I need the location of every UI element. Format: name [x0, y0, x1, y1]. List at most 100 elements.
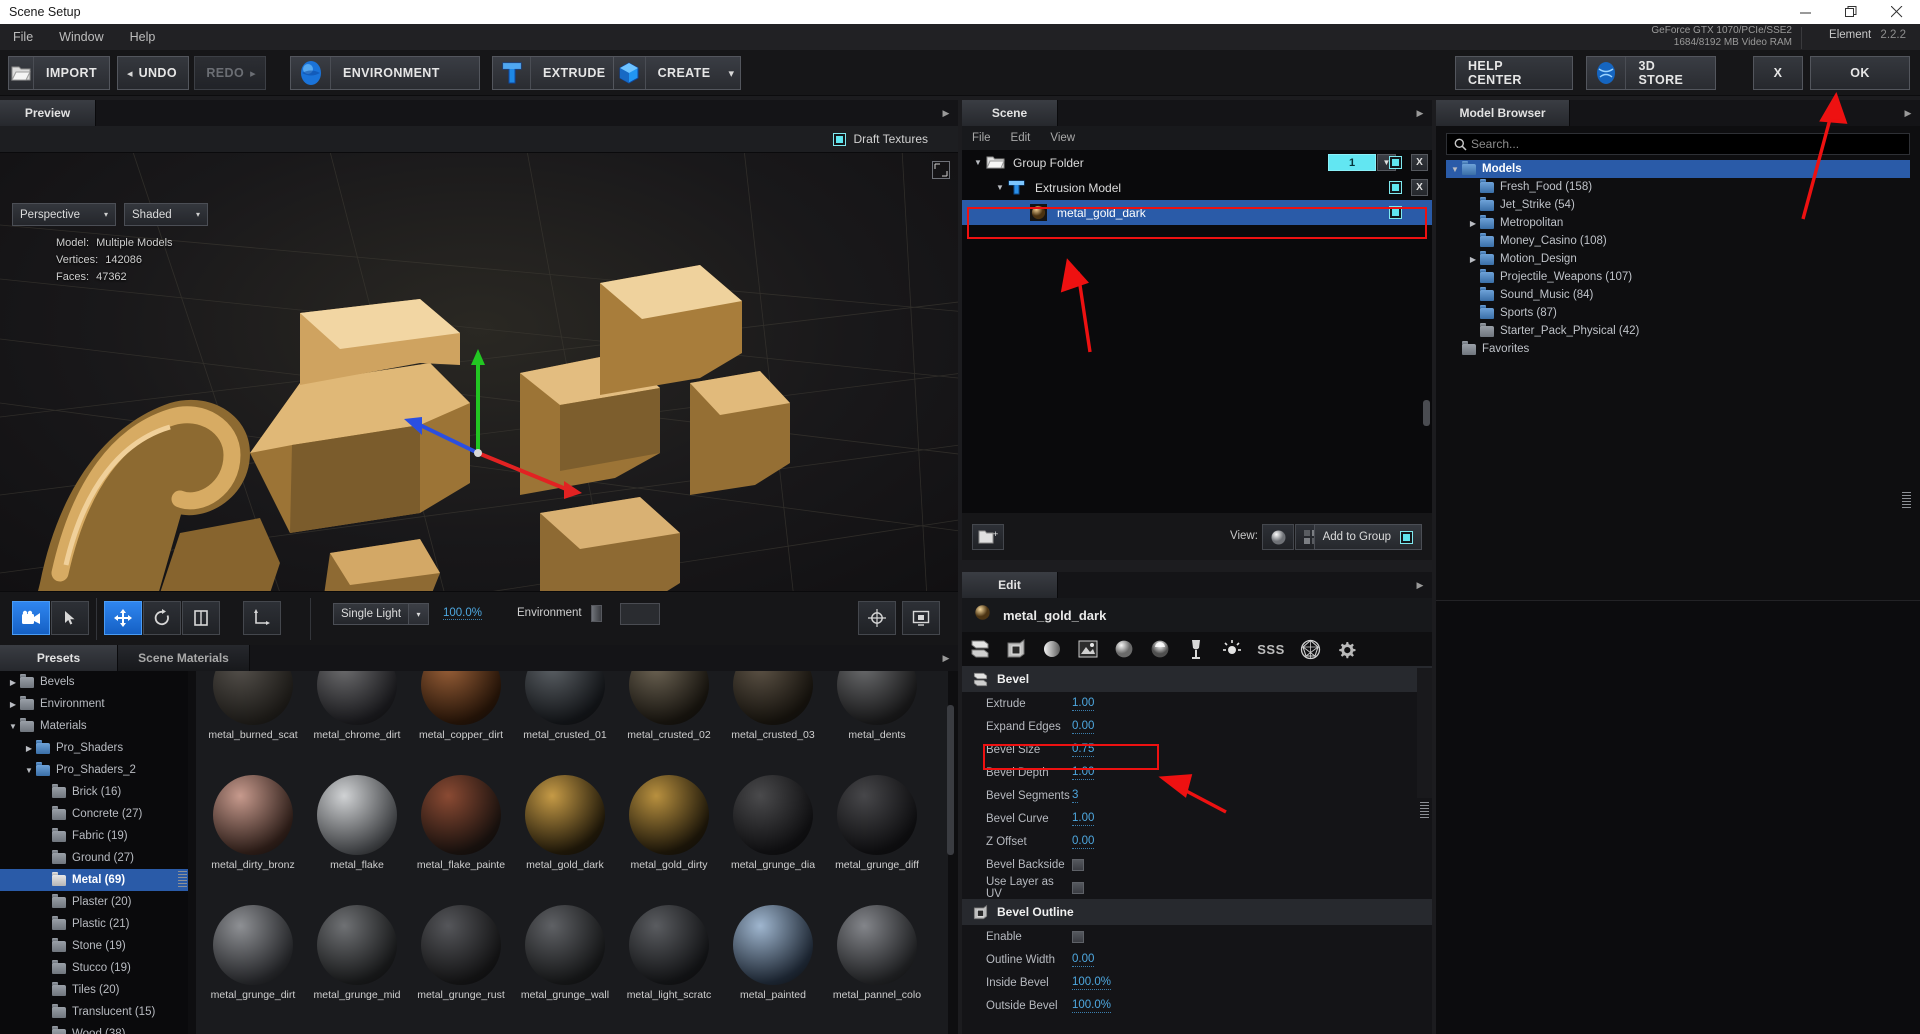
property-value[interactable]: 1.00: [1072, 766, 1094, 780]
scene-menu-file[interactable]: File: [962, 132, 1001, 144]
ok-button[interactable]: OK: [1810, 56, 1910, 90]
presets-tree-item[interactable]: ▶Pro_Shaders: [0, 737, 188, 759]
presets-tree-item[interactable]: Tiles (20): [0, 979, 188, 1001]
scene-panel-expand-icon[interactable]: ▶: [1408, 100, 1432, 126]
presets-tree-item[interactable]: Stone (19): [0, 935, 188, 957]
material-thumbnail[interactable]: metal_crusted_01: [514, 671, 616, 741]
property-value[interactable]: 0.00: [1072, 835, 1094, 849]
material-grid-scrollbar[interactable]: [947, 705, 954, 855]
sss-icon[interactable]: SSS: [1250, 632, 1292, 666]
chevron-right-icon[interactable]: ▶: [22, 744, 36, 753]
edit-scroll-handle[interactable]: [1420, 802, 1429, 820]
model-browser-search[interactable]: Search...: [1446, 133, 1910, 155]
scene-tree-item[interactable]: metal_gold_dark: [962, 200, 1432, 225]
scale-tool-button[interactable]: [182, 601, 220, 635]
material-thumbnail[interactable]: metal_gold_dirty: [618, 775, 720, 871]
model-browser-scroll-handle[interactable]: [1902, 492, 1911, 510]
model-browser-item[interactable]: Favorites: [1446, 340, 1910, 358]
shading-dropdown[interactable]: Shaded ▾: [124, 203, 208, 226]
menu-item-help[interactable]: Help: [117, 24, 169, 50]
model-browser-tree[interactable]: ▼ModelsFresh_Food (158)Jet_Strike (54)▶M…: [1446, 160, 1910, 500]
delete-row-button[interactable]: X: [1411, 154, 1428, 171]
visibility-checkbox[interactable]: [1389, 181, 1402, 194]
camera-tool-button[interactable]: [12, 601, 50, 635]
property-value[interactable]: 1.00: [1072, 697, 1094, 711]
chevron-right-icon[interactable]: ▶: [6, 678, 20, 687]
presets-tree-item[interactable]: Concrete (27): [0, 803, 188, 825]
material-thumbnail[interactable]: metal_dirty_bronz: [202, 775, 304, 871]
draft-textures-checkbox[interactable]: [833, 133, 846, 146]
model-browser-item[interactable]: Money_Casino (108): [1446, 232, 1910, 250]
scene-tree-item[interactable]: ▼Extrusion ModelX: [962, 175, 1432, 200]
move-tool-button[interactable]: [104, 601, 142, 635]
tab-scene[interactable]: Scene: [962, 100, 1058, 126]
material-thumbnail[interactable]: metal_flake_painte: [410, 775, 512, 871]
menu-item-file[interactable]: File: [0, 24, 46, 50]
shading-icon[interactable]: [1034, 632, 1070, 666]
property-checkbox[interactable]: [1072, 882, 1084, 894]
property-value[interactable]: 100.0%: [1072, 999, 1111, 1013]
reflectivity-icon[interactable]: [1142, 632, 1178, 666]
material-thumbnail[interactable]: metal_copper_dirt: [410, 671, 512, 741]
material-thumbnail[interactable]: metal_grunge_diff: [826, 775, 928, 871]
bevel-icon[interactable]: [962, 632, 998, 666]
material-thumbnail[interactable]: metal_grunge_dirt: [202, 905, 304, 1001]
3d-viewport[interactable]: Perspective ▾ Shaded ▾ Model: Multiple M…: [0, 153, 958, 591]
material-grid[interactable]: metal_burned_scatmetal_chrome_dirtmetal_…: [196, 671, 948, 1034]
axis-tool-button[interactable]: [243, 601, 281, 635]
presets-tree-item[interactable]: Stucco (19): [0, 957, 188, 979]
presets-tree-item[interactable]: Brick (16): [0, 781, 188, 803]
tab-presets[interactable]: Presets: [0, 645, 118, 671]
wireframe-icon[interactable]: [1292, 632, 1328, 666]
model-browser-item[interactable]: Jet_Strike (54): [1446, 196, 1910, 214]
presets-tree-item[interactable]: Fabric (19): [0, 825, 188, 847]
tab-edit[interactable]: Edit: [962, 572, 1058, 598]
sphere-view-button[interactable]: [1262, 524, 1294, 550]
material-thumbnail[interactable]: metal_flake: [306, 775, 408, 871]
chevron-right-icon[interactable]: ▶: [1466, 219, 1480, 228]
property-value[interactable]: 0.00: [1072, 720, 1094, 734]
material-thumbnail[interactable]: metal_grunge_mid: [306, 905, 408, 1001]
scene-tree-scrollbar[interactable]: [1423, 400, 1430, 426]
render-view-button[interactable]: [902, 601, 940, 635]
presets-tree-item[interactable]: Metal (69): [0, 869, 188, 891]
restore-icon[interactable]: [1828, 0, 1874, 24]
settings-gear-icon[interactable]: [1328, 632, 1364, 666]
model-browser-item[interactable]: Sports (87): [1446, 304, 1910, 322]
minimize-icon[interactable]: [1782, 0, 1828, 24]
presets-tree-item[interactable]: Plaster (20): [0, 891, 188, 913]
glass-icon[interactable]: [1178, 632, 1214, 666]
material-thumbnail[interactable]: metal_grunge_rust: [410, 905, 512, 1001]
select-tool-button[interactable]: [51, 601, 89, 635]
edit-scrollbar-track[interactable]: [1417, 668, 1432, 798]
new-folder-button[interactable]: +: [972, 524, 1004, 550]
presets-tree-item[interactable]: ▶Environment: [0, 693, 188, 715]
material-thumbnail[interactable]: metal_painted: [722, 905, 824, 1001]
environment-color-swatch[interactable]: [620, 603, 660, 625]
property-section-header[interactable]: Bevel: [962, 666, 1432, 692]
presets-tree-item[interactable]: Wood (38): [0, 1023, 188, 1034]
help-center-button[interactable]: HELP CENTER: [1455, 56, 1573, 90]
model-browser-expand-icon[interactable]: ▶: [1896, 100, 1920, 126]
model-browser-item[interactable]: Sound_Music (84): [1446, 286, 1910, 304]
material-thumbnail[interactable]: metal_gold_dark: [514, 775, 616, 871]
presets-tree-item[interactable]: Translucent (15): [0, 1001, 188, 1023]
viewport-expand-icon[interactable]: [932, 161, 950, 179]
scene-tree-item[interactable]: ▼Group Folder1▼X: [962, 150, 1432, 175]
edit-panel-expand-icon[interactable]: ▶: [1408, 572, 1432, 598]
close-icon[interactable]: [1874, 0, 1920, 24]
chevron-down-icon[interactable]: ▼: [970, 158, 986, 167]
bevel-outline-icon[interactable]: [998, 632, 1034, 666]
add-to-group-button[interactable]: Add to Group: [1314, 524, 1422, 550]
property-checkbox[interactable]: [1072, 859, 1084, 871]
model-browser-item[interactable]: Projectile_Weapons (107): [1446, 268, 1910, 286]
environment-swatch-slider[interactable]: [591, 605, 602, 622]
model-browser-item[interactable]: Starter_Pack_Physical (42): [1446, 322, 1910, 340]
property-checkbox[interactable]: [1072, 931, 1084, 943]
material-thumbnail[interactable]: metal_pannel_colo: [826, 905, 928, 1001]
tab-model-browser[interactable]: Model Browser: [1436, 100, 1570, 126]
reset-view-button[interactable]: [858, 601, 896, 635]
property-section-header[interactable]: Bevel Outline: [962, 899, 1432, 925]
presets-tree-item[interactable]: ▶Bevels: [0, 671, 188, 693]
visibility-checkbox[interactable]: [1389, 156, 1402, 169]
